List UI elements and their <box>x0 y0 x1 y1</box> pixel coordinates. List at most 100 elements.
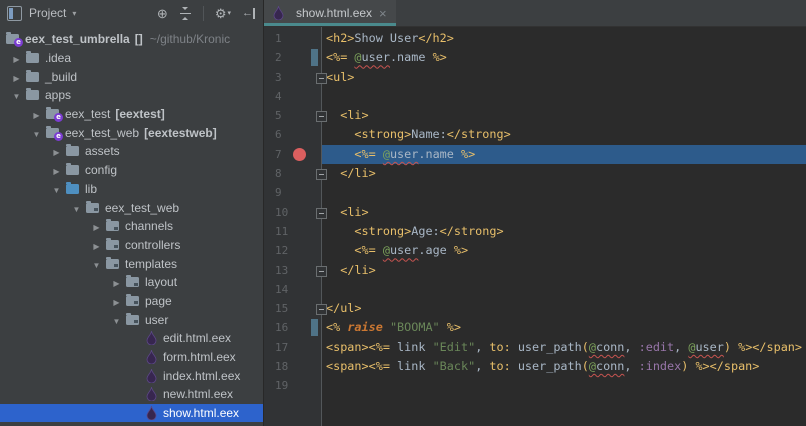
gutter-line-1: 1 <box>264 29 321 48</box>
line-number: 1 <box>275 29 282 48</box>
collapse-all-icon[interactable] <box>179 7 192 20</box>
item-label: edit.html.eex <box>163 331 231 345</box>
hide-panel-icon[interactable] <box>242 7 256 20</box>
code-line-7[interactable]: <%= @user.name %> <box>322 145 806 164</box>
collapse-arrow-icon[interactable]: ▼ <box>67 201 86 215</box>
expand-arrow-icon[interactable]: ▶ <box>107 275 126 289</box>
tree-item-config[interactable]: ▶config <box>0 161 263 180</box>
gutter-line-15: 15 <box>264 299 321 318</box>
gutter-line-8: 8 <box>264 164 321 183</box>
code-line-9[interactable] <box>322 183 806 202</box>
breakpoint-icon[interactable] <box>293 148 306 161</box>
fold-collapse-icon[interactable] <box>316 111 327 122</box>
folder-icon <box>106 221 119 231</box>
fold-end-icon[interactable] <box>316 304 327 315</box>
tree-item-form.html.eex[interactable]: form.html.eex <box>0 348 263 367</box>
code-line-5[interactable]: <li> <box>322 106 806 125</box>
item-suffix: [eextest] <box>115 107 164 121</box>
expand-arrow-icon[interactable]: ▶ <box>27 107 46 121</box>
collapse-arrow-icon[interactable]: ▼ <box>7 88 26 102</box>
tree-item-controllers[interactable]: ▶controllers <box>0 236 263 255</box>
tree-item-user[interactable]: ▼ user <box>0 310 263 329</box>
code-line-14[interactable] <box>322 280 806 299</box>
folder-icon <box>26 53 39 63</box>
item-label: apps <box>45 88 71 102</box>
item-label: lib <box>85 182 97 196</box>
code-line-1[interactable]: <h2>Show User</h2> <box>322 29 806 48</box>
expand-arrow-icon[interactable]: ▶ <box>7 70 26 84</box>
item-label: new.html.eex <box>163 387 233 401</box>
tree-item-new.html.eex[interactable]: new.html.eex <box>0 385 263 404</box>
close-tab-icon[interactable]: × <box>379 7 387 20</box>
item-label: index.html.eex <box>163 369 240 383</box>
tree-item-assets[interactable]: ▶assets <box>0 142 263 161</box>
tree-item-lib[interactable]: ▼ lib <box>0 180 263 199</box>
locate-icon[interactable]: ⊕ <box>157 7 168 20</box>
settings-gear-icon[interactable]: ⚙▾ <box>215 7 231 20</box>
gutter-line-5: 5 <box>264 106 321 125</box>
expand-arrow-icon[interactable]: ▶ <box>87 238 106 252</box>
caret-down-icon[interactable]: ▾ <box>72 9 76 18</box>
expand-arrow-icon[interactable]: ▶ <box>107 294 126 308</box>
tree-item-eex_test_web[interactable]: ▼eex_test_web <box>0 198 263 217</box>
fold-collapse-icon[interactable] <box>316 208 327 219</box>
expand-arrow-icon[interactable]: ▶ <box>7 51 26 65</box>
tree-item-edit.html.eex[interactable]: edit.html.eex <box>0 329 263 348</box>
code-line-13[interactable]: </li> <box>322 261 806 280</box>
editor-tab-show-html-eex[interactable]: show.html.eex × <box>264 0 396 26</box>
code-line-15[interactable]: </ul> <box>322 299 806 318</box>
code-line-19[interactable] <box>322 376 806 395</box>
gutter-line-16: 16 <box>264 318 321 337</box>
item-label: layout <box>145 275 177 289</box>
elixir-badge: e <box>54 132 63 141</box>
code-line-18[interactable]: <span><%= link "Back", to: user_path(@co… <box>322 357 806 376</box>
code-line-16[interactable]: <% raise "BOOMA" %> <box>322 318 806 337</box>
collapse-arrow-icon[interactable]: ▼ <box>87 257 106 271</box>
tree-item-layout[interactable]: ▶ layout <box>0 273 263 292</box>
eex-file-icon <box>146 331 157 345</box>
expand-arrow-icon[interactable]: ▶ <box>47 163 66 177</box>
tree-item-templates[interactable]: ▼ templates <box>0 254 263 273</box>
tree-item-eex_test_umbrella[interactable]: eeex_test_umbrella[]~/github/Kronic <box>0 30 263 49</box>
line-number: 4 <box>275 87 282 106</box>
gutter-line-12: 12 <box>264 241 321 260</box>
project-tool-icon <box>7 6 22 21</box>
tree-item-_build[interactable]: ▶_build <box>0 67 263 86</box>
tree-item-page[interactable]: ▶page <box>0 292 263 311</box>
fold-end-icon[interactable] <box>316 169 327 180</box>
item-label: templates <box>125 257 177 271</box>
folder-icon <box>126 296 139 306</box>
expand-arrow-icon[interactable]: ▶ <box>87 219 106 233</box>
expand-arrow-icon[interactable]: ▶ <box>47 144 66 158</box>
item-label: user <box>145 313 168 327</box>
fold-end-icon[interactable] <box>316 266 327 277</box>
tree-item-channels[interactable]: ▶channels <box>0 217 263 236</box>
collapse-arrow-icon[interactable]: ▼ <box>107 313 126 327</box>
project-panel-header: Project ▾ ⊕ ⚙▾ <box>0 0 263 26</box>
eex-file-icon <box>146 369 157 383</box>
folder-icon <box>66 165 79 175</box>
item-label: eex_test_umbrella <box>25 32 130 46</box>
folder-icon: e <box>46 128 59 138</box>
tree-item-.idea[interactable]: ▶.idea <box>0 49 263 68</box>
tree-item-eex_test[interactable]: ▶eeex_test[eextest] <box>0 105 263 124</box>
code-line-12[interactable]: <%= @user.age %> <box>322 241 806 260</box>
code-line-17[interactable]: <span><%= link "Edit", to: user_path(@co… <box>322 338 806 357</box>
collapse-arrow-icon[interactable]: ▼ <box>47 182 66 196</box>
item-suffix: [] <box>135 32 143 46</box>
code-line-2[interactable]: <%= @user.name %> <box>322 48 806 67</box>
fold-collapse-icon[interactable] <box>316 73 327 84</box>
code-area[interactable]: <h2>Show User</h2><%= @user.name %><ul> … <box>322 27 806 426</box>
code-line-10[interactable]: <li> <box>322 203 806 222</box>
code-line-3[interactable]: <ul> <box>322 68 806 87</box>
folder-icon <box>26 90 39 100</box>
code-line-8[interactable]: </li> <box>322 164 806 183</box>
tree-item-apps[interactable]: ▼ apps <box>0 86 263 105</box>
code-line-6[interactable]: <strong>Name:</strong> <box>322 125 806 144</box>
tree-item-show.html.eex[interactable]: show.html.eex <box>0 404 263 423</box>
code-line-11[interactable]: <strong>Age:</strong> <box>322 222 806 241</box>
tree-item-eex_test_web[interactable]: ▼eeex_test_web[eextestweb] <box>0 123 263 142</box>
tree-item-index.html.eex[interactable]: index.html.eex <box>0 366 263 385</box>
collapse-arrow-icon[interactable]: ▼ <box>27 126 46 140</box>
code-line-4[interactable] <box>322 87 806 106</box>
